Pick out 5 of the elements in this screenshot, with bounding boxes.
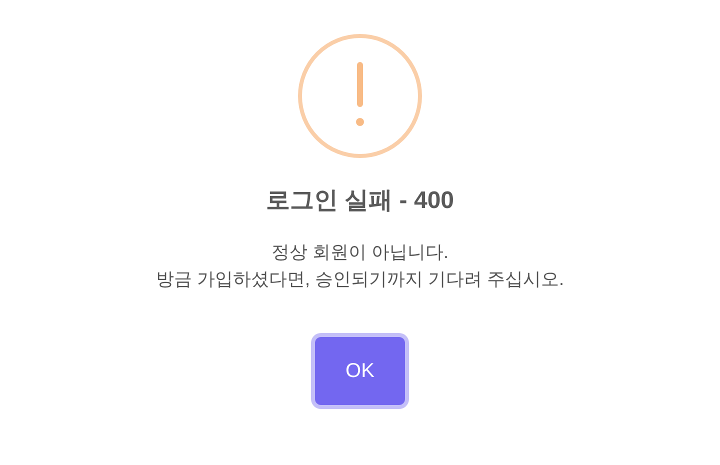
message-line: 정상 회원이 아닙니다. (271, 241, 448, 264)
dialog-title: 로그인 실패 - 400 (266, 186, 454, 216)
ok-button[interactable]: OK (315, 337, 405, 405)
warning-icon (297, 33, 423, 159)
message-line: 방금 가입하셨다면, 승인되기까지 기다려 주십시오. (156, 268, 564, 291)
